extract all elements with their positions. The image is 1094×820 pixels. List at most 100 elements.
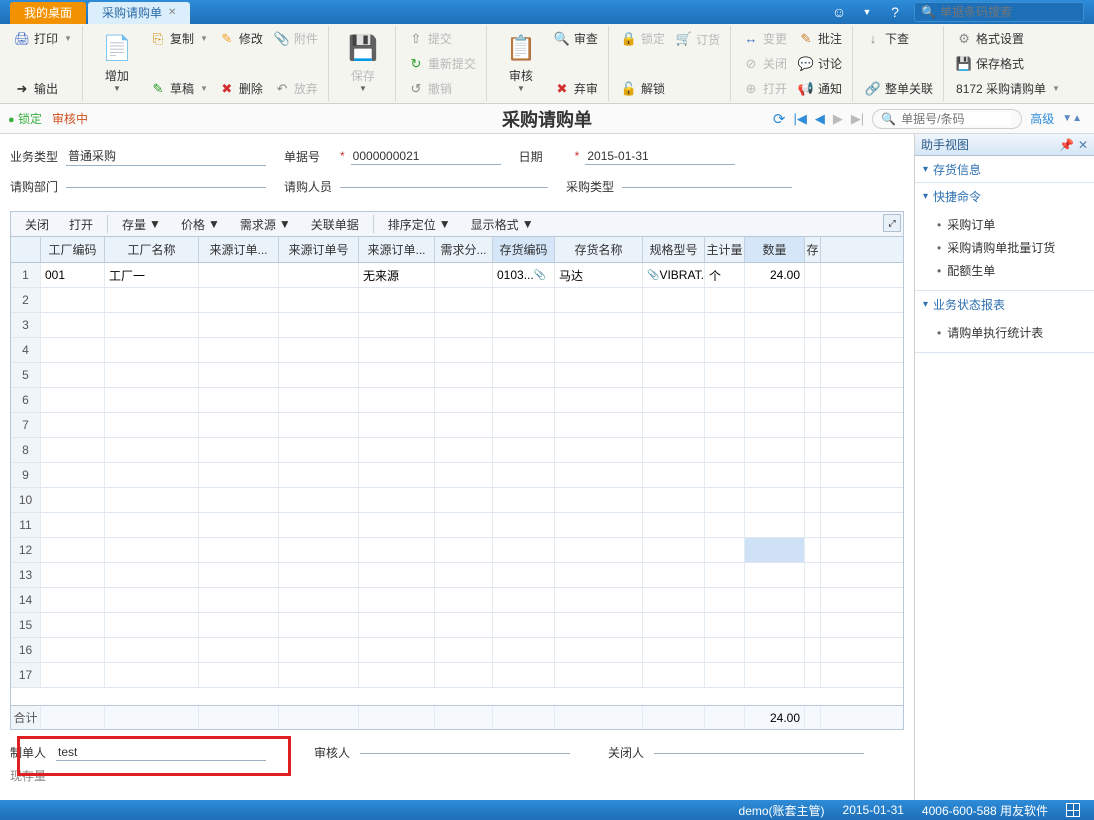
format-button[interactable]: ⚙格式设置 [952, 27, 1064, 51]
tb-sort-button[interactable]: 排序定位▼ [380, 216, 459, 233]
col-rownum[interactable] [11, 237, 41, 262]
tab-desktop[interactable]: 我的桌面 [10, 2, 86, 24]
barcode-search[interactable]: 🔍 [914, 2, 1084, 22]
draft-button[interactable]: ✎草稿▼ [146, 77, 212, 101]
lock-button[interactable]: 🔒锁定 [617, 27, 669, 51]
grid-body[interactable]: 1001工厂一无来源0103... 📎马达📎 VIBRAT...个24.0023… [11, 263, 903, 705]
table-row[interactable]: 6 [11, 388, 903, 413]
nav-first-button[interactable]: |◀ [793, 111, 806, 127]
edit-button[interactable]: ✎修改 [215, 27, 267, 51]
help-icon[interactable]: ? [886, 3, 904, 21]
table-row[interactable]: 4 [11, 338, 903, 363]
advanced-link[interactable]: 高级 [1030, 110, 1054, 127]
copy-button[interactable]: ⎘复制▼ [146, 27, 212, 51]
discuss-button[interactable]: 💬讨论 [794, 52, 846, 76]
table-row[interactable]: 3 [11, 313, 903, 338]
col-srcord2[interactable]: 来源订单... [359, 237, 435, 262]
tb-stock-button[interactable]: 存量▼ [114, 216, 169, 233]
table-row[interactable]: 7 [11, 413, 903, 438]
col-invcode[interactable]: 存货编码 [493, 237, 555, 262]
barcode-search-input[interactable] [940, 5, 1080, 19]
revoke-button[interactable]: ↺撤销 [404, 77, 480, 101]
person-value[interactable] [340, 185, 548, 188]
date-value[interactable]: 2015-01-31 [585, 148, 735, 165]
section-inventory[interactable]: ▾存货信息 [915, 156, 1094, 182]
dropdown-icon[interactable]: ▼ [858, 3, 876, 21]
notify-button[interactable]: 📢通知 [794, 77, 846, 101]
resubmit-button[interactable]: ↻重新提交 [404, 52, 480, 76]
table-row[interactable]: 9 [11, 463, 903, 488]
table-row[interactable]: 14 [11, 588, 903, 613]
doc-search-input[interactable] [901, 112, 1011, 126]
table-row[interactable]: 10 [11, 488, 903, 513]
closer-value[interactable] [654, 751, 864, 754]
print-button[interactable]: 🖨打印▼ [10, 27, 76, 51]
doc-select[interactable]: 8172 采购请购单▼ [952, 77, 1064, 101]
table-row[interactable]: 8 [11, 438, 903, 463]
table-row[interactable]: 15 [11, 613, 903, 638]
collapse-icon[interactable]: ▼▲ [1062, 113, 1082, 124]
col-fname[interactable]: 工厂名称 [105, 237, 199, 262]
attach-button[interactable]: 📎附件 [270, 27, 322, 51]
export-button[interactable]: ➜输出 [10, 77, 76, 101]
nav-last-button[interactable]: ▶| [851, 111, 864, 127]
nav-prev-button[interactable]: ◀ [815, 111, 825, 127]
col-more[interactable]: 存 [805, 237, 821, 262]
table-row[interactable]: 13 [11, 563, 903, 588]
review-button[interactable]: 🔍审查 [550, 27, 602, 51]
change-button[interactable]: ↔变更 [739, 27, 791, 51]
order-button[interactable]: 🛒订货 [672, 27, 724, 51]
col-unit[interactable]: 主计量 [705, 237, 745, 262]
col-srcno[interactable]: 来源订单号 [279, 237, 359, 262]
whole-link-button[interactable]: 🔗整单关联 [861, 77, 937, 101]
nav-next-button[interactable]: ▶ [833, 111, 843, 127]
col-fcode[interactable]: 工厂编码 [41, 237, 105, 262]
save-button[interactable]: 💾 保存▼ [337, 26, 389, 98]
delete-button[interactable]: ✖删除 [215, 77, 267, 101]
audit-button[interactable]: 📋 审核▼ [495, 26, 547, 98]
col-srcord[interactable]: 来源订单... [199, 237, 279, 262]
add-button[interactable]: 📄 增加▼ [91, 26, 143, 98]
table-row[interactable]: 5 [11, 363, 903, 388]
report-item-exec[interactable]: 请购单执行统计表 [937, 321, 1094, 344]
submit-button[interactable]: ⇧提交 [404, 27, 480, 51]
tab-current[interactable]: 采购请购单✕ [88, 2, 190, 24]
tb-link-button[interactable]: 关联单据 [303, 216, 367, 233]
maker-value[interactable]: test [56, 744, 266, 761]
close-icon[interactable]: ✕ [168, 2, 176, 24]
quick-item-batch[interactable]: 采购请购单批量订货 [937, 236, 1094, 259]
col-qty[interactable]: 数量 [745, 237, 805, 262]
section-quick[interactable]: ▾快捷命令 [915, 183, 1094, 209]
table-row[interactable]: 2 [11, 288, 903, 313]
auditor-value[interactable] [360, 751, 570, 754]
col-invname[interactable]: 存货名称 [555, 237, 643, 262]
qr-icon[interactable] [1066, 803, 1080, 817]
open-button[interactable]: ⊕打开 [739, 77, 791, 101]
smiley-icon[interactable]: ☺ [830, 3, 848, 21]
close-button[interactable]: ⊘关闭 [739, 52, 791, 76]
unlock-button[interactable]: 🔓解锁 [617, 77, 669, 101]
pin-icon[interactable]: 📌 [1059, 138, 1074, 152]
quick-item-quota[interactable]: 配额生单 [937, 259, 1094, 282]
docno-value[interactable]: 0000000021 [351, 148, 501, 165]
quick-item-order[interactable]: 采购订单 [937, 213, 1094, 236]
tb-demand-button[interactable]: 需求源▼ [232, 216, 299, 233]
tb-display-button[interactable]: 显示格式▼ [463, 216, 542, 233]
savefmt-button[interactable]: 💾保存格式 [952, 52, 1064, 76]
col-demand[interactable]: 需求分... [435, 237, 493, 262]
table-row[interactable]: 11 [11, 513, 903, 538]
tb-expand-button[interactable]: ⤢ [883, 214, 901, 232]
section-reports[interactable]: ▾业务状态报表 [915, 291, 1094, 317]
doc-search[interactable]: 🔍 [872, 109, 1022, 129]
note-button[interactable]: ✎批注 [794, 27, 846, 51]
col-spec[interactable]: 规格型号 [643, 237, 705, 262]
tb-open-button[interactable]: 打开 [61, 216, 101, 233]
biztype-value[interactable]: 普通采购 [66, 146, 266, 166]
dept-value[interactable] [66, 185, 266, 188]
table-row[interactable]: 12 [11, 538, 903, 563]
ptype-value[interactable] [622, 185, 792, 188]
reject-button[interactable]: ✖弃审 [550, 77, 602, 101]
tb-price-button[interactable]: 价格▼ [173, 216, 228, 233]
checkdown-button[interactable]: ↓下查 [861, 27, 937, 51]
table-row[interactable]: 1001工厂一无来源0103... 📎马达📎 VIBRAT...个24.00 [11, 263, 903, 288]
